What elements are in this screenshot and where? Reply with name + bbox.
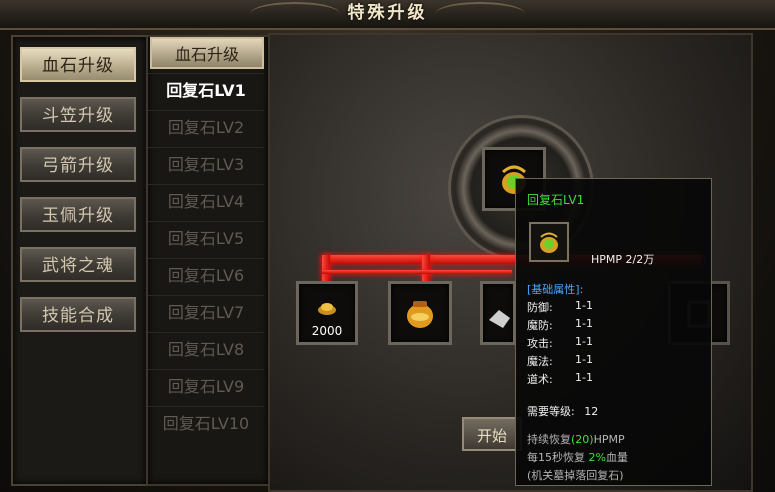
- category-button-hat[interactable]: 斗笠升级: [20, 97, 136, 132]
- stat-row: 魔法: 1-1: [527, 353, 697, 371]
- gold-icon: [318, 303, 336, 315]
- level-item[interactable]: 回复石LV2: [148, 110, 264, 145]
- level-item[interactable]: 回复石LV1: [148, 73, 264, 108]
- drop-source: (机关墓掉落回复石): [527, 469, 624, 482]
- level-item[interactable]: 回复石LV10: [148, 406, 264, 441]
- connector-glow: [322, 270, 512, 274]
- level-item[interactable]: 回复石LV5: [148, 221, 264, 256]
- material-slot-potion[interactable]: [388, 281, 452, 345]
- jar-icon: [407, 301, 433, 328]
- category-button-skill-combine[interactable]: 技能合成: [20, 297, 136, 332]
- level-item[interactable]: 回复石LV6: [148, 258, 264, 293]
- stat-value: 1-1: [575, 299, 593, 312]
- window-title: 特殊升级: [347, 3, 428, 23]
- effect-line: 持续恢复(20)HPMP: [527, 431, 625, 447]
- tooltip-item-icon-frame: [529, 222, 569, 262]
- bloodstone-icon: [540, 232, 558, 253]
- category-button-jade[interactable]: 玉佩升级: [20, 197, 136, 232]
- effect-text: 每15秒恢复: [527, 451, 585, 464]
- stat-row: 防御: 1-1: [527, 299, 697, 317]
- category-button-bow[interactable]: 弓箭升级: [20, 147, 136, 182]
- tooltip-item-name: 回复石LV1: [527, 193, 585, 207]
- start-button[interactable]: 开始: [462, 417, 522, 451]
- stat-row: 魔防: 1-1: [527, 317, 697, 335]
- stat-value: 1-1: [575, 353, 593, 366]
- level-item[interactable]: 回复石LV3: [148, 147, 264, 182]
- effect-value: 2%: [588, 451, 606, 464]
- stat-row: 攻击: 1-1: [527, 335, 697, 353]
- effect-line: 每15秒恢复 2%血量: [527, 449, 628, 465]
- stat-label: 防御:: [527, 301, 553, 314]
- level-item[interactable]: 回复石LV9: [148, 369, 264, 404]
- connector-glow: [322, 255, 330, 283]
- connector-glow: [422, 255, 430, 283]
- level-item[interactable]: 回复石LV7: [148, 295, 264, 330]
- level-list-panel: 血石升级 回复石LV1 回复石LV2 回复石LV3 回复石LV4 回复石LV5 …: [146, 35, 270, 486]
- effect-text: 持续恢复: [527, 433, 571, 446]
- stat-value: 1-1: [575, 371, 593, 384]
- stat-label: 攻击:: [527, 337, 553, 350]
- category-button-bloodstone[interactable]: 血石升级: [20, 47, 136, 82]
- required-level-label: 需要等级:: [527, 405, 575, 418]
- stat-row: 道术: 1-1: [527, 371, 697, 389]
- stat-label: 道术:: [527, 373, 553, 386]
- effect-text: HPMP: [593, 433, 625, 446]
- ore-icon: [489, 310, 510, 328]
- upgrade-window: 特殊升级 血石升级 斗笠升级 弓箭升级 玉佩升级 武将之魂 技能合成 血石升级 …: [0, 0, 775, 492]
- material-count: 2000: [311, 324, 343, 338]
- item-tooltip: 回复石LV1 HPMP 2/2万 [基础属性]: 防御: 1-1 魔防: 1-1…: [515, 178, 712, 486]
- stat-value: 1-1: [575, 317, 593, 330]
- material-slot-ore[interactable]: [480, 281, 516, 345]
- stat-label: 魔法:: [527, 355, 553, 368]
- category-button-general-soul[interactable]: 武将之魂: [20, 247, 136, 282]
- required-level: 需要等级: 12: [527, 403, 598, 419]
- effect-text: 血量: [605, 451, 628, 464]
- effect-value: (20): [571, 433, 594, 446]
- title-bar: 特殊升级: [0, 0, 775, 30]
- level-item[interactable]: 回复石LV8: [148, 332, 264, 367]
- stat-label: 魔防:: [527, 319, 553, 332]
- level-item[interactable]: 回复石LV4: [148, 184, 264, 219]
- required-level-value: 12: [584, 405, 599, 418]
- category-panel: 血石升级 斗笠升级 弓箭升级 玉佩升级 武将之魂 技能合成: [11, 35, 148, 486]
- tooltip-hpmp: HPMP 2/2万: [591, 253, 655, 266]
- tooltip-section-title: [基础属性]:: [527, 283, 584, 296]
- material-slot-gold[interactable]: 2000: [296, 281, 358, 345]
- level-list-header[interactable]: 血石升级: [150, 37, 264, 69]
- stat-value: 1-1: [575, 335, 593, 348]
